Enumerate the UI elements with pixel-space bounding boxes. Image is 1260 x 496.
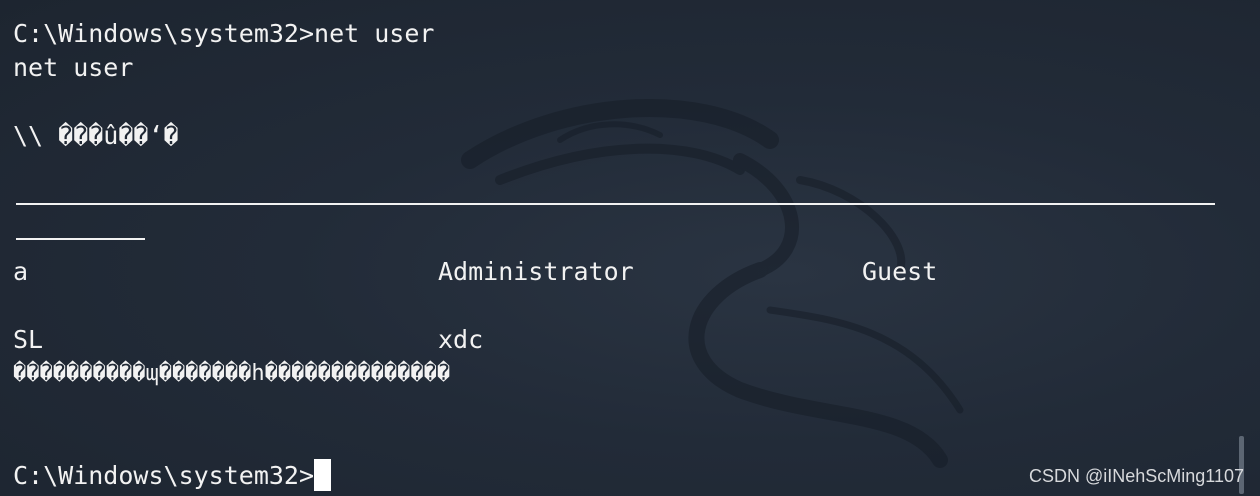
command-status-message: ����������ɰ�������h�������������� bbox=[13, 361, 451, 386]
prompt-text: C:\Windows\system32> bbox=[13, 461, 315, 490]
csdn-watermark: CSDN @iINehScMing1107 bbox=[1028, 466, 1244, 486]
separator-line-wrap bbox=[16, 238, 145, 240]
command-echo: net user bbox=[13, 53, 134, 82]
user-entry-administrator: Administrator bbox=[438, 257, 634, 286]
text-cursor[interactable] bbox=[314, 459, 332, 491]
command-prompt[interactable]: C:\Windows\system32> bbox=[13, 459, 332, 493]
command-line-net-user: C:\Windows\system32>net user bbox=[13, 19, 435, 48]
user-entry-a: a bbox=[13, 257, 29, 286]
user-entry-xdc: xdc bbox=[438, 325, 484, 354]
user-accounts-header: \\ ���û��‘� bbox=[13, 121, 179, 150]
separator-line bbox=[16, 203, 1215, 205]
user-entry-guest: Guest bbox=[862, 257, 938, 286]
user-entry-sl: SL bbox=[13, 325, 44, 354]
terminal-window[interactable]: C:\Windows\system32>net user net user \\… bbox=[0, 0, 1260, 496]
